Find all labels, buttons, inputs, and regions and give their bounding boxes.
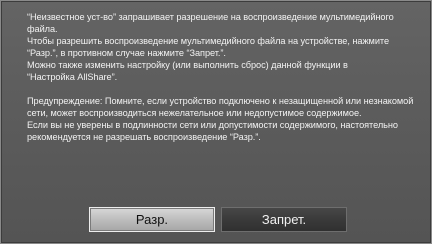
allow-button[interactable]: Разр. xyxy=(89,207,215,232)
allshare-permission-dialog: “Неизвестное уст-во” запрашивает разреше… xyxy=(0,0,432,244)
permission-request-text: “Неизвестное уст-во” запрашивает разреше… xyxy=(27,12,394,82)
warning-text: Предупреждение: Помните, если устройство… xyxy=(27,96,414,142)
deny-button[interactable]: Запрет. xyxy=(221,207,347,232)
dialog-message: “Неизвестное уст-во” запрашивает разреше… xyxy=(27,11,417,143)
